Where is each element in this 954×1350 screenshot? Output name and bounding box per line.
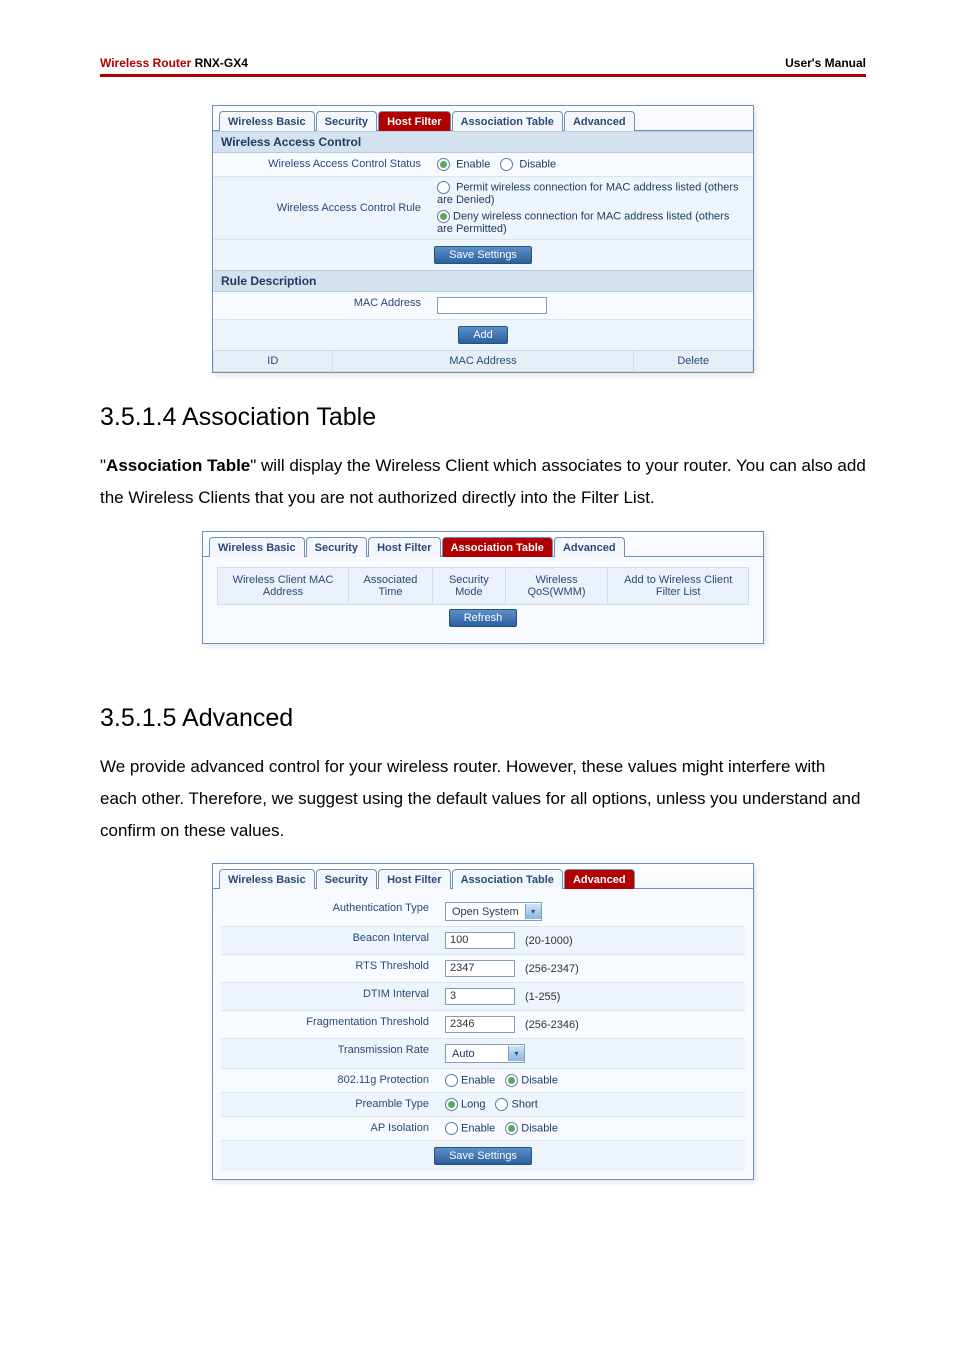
doc-title: User's Manual bbox=[785, 56, 866, 70]
col-security-mode: Security Mode bbox=[432, 567, 505, 604]
add-button[interactable]: Add bbox=[458, 326, 508, 344]
panel-association-table: Wireless Basic Security Host Filter Asso… bbox=[202, 531, 764, 644]
paragraph-advanced: We provide advanced control for your wir… bbox=[100, 751, 866, 848]
radio-disable[interactable] bbox=[500, 158, 513, 171]
tab-wireless-basic[interactable]: Wireless Basic bbox=[219, 111, 315, 131]
dtim-input[interactable]: 3 bbox=[445, 988, 515, 1005]
label-ap-isolation: AP Isolation bbox=[221, 1117, 437, 1140]
tab-host-filter-2[interactable]: Host Filter bbox=[368, 537, 440, 557]
select-auth-type[interactable]: Open System ▾ bbox=[445, 902, 542, 921]
tab-security-2[interactable]: Security bbox=[306, 537, 367, 557]
col-mac: MAC Address bbox=[332, 351, 634, 372]
rules-table: ID MAC Address Delete bbox=[213, 350, 753, 372]
select-tx-rate-value: Auto bbox=[446, 1048, 508, 1060]
radio-deny-label: Deny wireless connection for MAC address… bbox=[437, 210, 729, 235]
radio-ap-enable-label: Enable bbox=[461, 1123, 495, 1135]
tab-host-filter-3[interactable]: Host Filter bbox=[378, 869, 450, 889]
beacon-range: (20-1000) bbox=[525, 935, 573, 947]
rts-input[interactable]: 2347 bbox=[445, 960, 515, 977]
save-settings-button-2[interactable]: Save Settings bbox=[434, 1147, 532, 1165]
col-delete: Delete bbox=[634, 351, 753, 372]
label-preamble: Preamble Type bbox=[221, 1093, 437, 1116]
tab-security-3[interactable]: Security bbox=[316, 869, 377, 889]
select-auth-type-value: Open System bbox=[446, 906, 525, 918]
tab-association-table-2[interactable]: Association Table bbox=[442, 537, 553, 557]
chevron-down-icon: ▾ bbox=[525, 904, 541, 919]
chevron-down-icon: ▾ bbox=[508, 1046, 524, 1061]
radio-permit[interactable] bbox=[437, 181, 450, 194]
radio-ap-disable[interactable] bbox=[505, 1122, 518, 1135]
radio-enable-label: Enable bbox=[456, 158, 490, 170]
section-rule-desc: Rule Description bbox=[213, 270, 753, 292]
radio-permit-label: Permit wireless connection for MAC addre… bbox=[437, 181, 739, 206]
label-beacon: Beacon Interval bbox=[221, 927, 437, 954]
paragraph-association: "Association Table" will display the Wir… bbox=[100, 450, 866, 515]
heading-advanced: 3.5.1.5 Advanced bbox=[100, 704, 866, 733]
radio-enable[interactable] bbox=[437, 158, 450, 171]
radio-gprot-enable[interactable] bbox=[445, 1074, 458, 1087]
tab-wireless-basic-2[interactable]: Wireless Basic bbox=[209, 537, 305, 557]
radio-gprot-disable[interactable] bbox=[505, 1074, 518, 1087]
label-gprotection: 802.11g Protection bbox=[221, 1069, 437, 1092]
frag-input[interactable]: 2346 bbox=[445, 1016, 515, 1033]
label-wac-rule: Wireless Access Control Rule bbox=[213, 197, 429, 219]
tab-wireless-basic-3[interactable]: Wireless Basic bbox=[219, 869, 315, 889]
tab-advanced-3[interactable]: Advanced bbox=[564, 869, 635, 889]
label-mac-address: MAC Address bbox=[213, 292, 429, 319]
select-tx-rate[interactable]: Auto ▾ bbox=[445, 1044, 525, 1063]
panel-advanced: Wireless Basic Security Host Filter Asso… bbox=[212, 863, 754, 1180]
radio-preamble-short[interactable] bbox=[495, 1098, 508, 1111]
doc-header: Wireless Router RNX-GX4 User's Manual bbox=[100, 56, 866, 70]
label-frag: Fragmentation Threshold bbox=[221, 1011, 437, 1038]
radio-gprot-disable-label: Disable bbox=[521, 1075, 558, 1087]
association-table: Wireless Client MAC Address Associated T… bbox=[217, 567, 749, 605]
save-settings-button[interactable]: Save Settings bbox=[434, 246, 532, 264]
tab-advanced-2[interactable]: Advanced bbox=[554, 537, 625, 557]
radio-ap-disable-label: Disable bbox=[521, 1123, 558, 1135]
dtim-range: (1-255) bbox=[525, 991, 560, 1003]
brand-name-2: RNX-GX4 bbox=[191, 56, 248, 70]
label-rts: RTS Threshold bbox=[221, 955, 437, 982]
col-add-filter: Add to Wireless Client Filter List bbox=[608, 567, 749, 604]
refresh-button[interactable]: Refresh bbox=[449, 609, 518, 627]
col-qos: Wireless QoS(WMM) bbox=[505, 567, 608, 604]
tab-security[interactable]: Security bbox=[316, 111, 377, 131]
col-assoc-time: Associated Time bbox=[348, 567, 432, 604]
radio-deny[interactable] bbox=[437, 210, 450, 223]
header-rule bbox=[100, 74, 866, 77]
tab-association-table[interactable]: Association Table bbox=[452, 111, 563, 131]
tab-association-table-3[interactable]: Association Table bbox=[452, 869, 563, 889]
panel-host-filter: Wireless Basic Security Host Filter Asso… bbox=[212, 105, 754, 373]
radio-ap-enable[interactable] bbox=[445, 1122, 458, 1135]
beacon-input[interactable]: 100 bbox=[445, 932, 515, 949]
radio-preamble-short-label: Short bbox=[511, 1099, 537, 1111]
label-auth-type: Authentication Type bbox=[221, 897, 437, 926]
tab-host-filter[interactable]: Host Filter bbox=[378, 111, 450, 131]
mac-address-input[interactable] bbox=[437, 297, 547, 314]
radio-preamble-long[interactable] bbox=[445, 1098, 458, 1111]
frag-range: (256-2346) bbox=[525, 1019, 579, 1031]
tab-bar-3: Wireless Basic Security Host Filter Asso… bbox=[213, 864, 753, 889]
label-wac-status: Wireless Access Control Status bbox=[213, 153, 429, 176]
tab-bar-1: Wireless Basic Security Host Filter Asso… bbox=[213, 106, 753, 131]
heading-association-table: 3.5.1.4 Association Table bbox=[100, 403, 866, 432]
radio-gprot-enable-label: Enable bbox=[461, 1075, 495, 1087]
radio-disable-label: Disable bbox=[519, 158, 556, 170]
label-dtim: DTIM Interval bbox=[221, 983, 437, 1010]
col-client-mac: Wireless Client MAC Address bbox=[218, 567, 349, 604]
brand-name-1: Wireless Router bbox=[100, 56, 191, 70]
tab-bar-2: Wireless Basic Security Host Filter Asso… bbox=[203, 532, 763, 557]
col-id: ID bbox=[214, 351, 333, 372]
rts-range: (256-2347) bbox=[525, 963, 579, 975]
radio-preamble-long-label: Long bbox=[461, 1099, 485, 1111]
tab-advanced[interactable]: Advanced bbox=[564, 111, 635, 131]
label-tx-rate: Transmission Rate bbox=[221, 1039, 437, 1068]
section-wac: Wireless Access Control bbox=[213, 131, 753, 153]
